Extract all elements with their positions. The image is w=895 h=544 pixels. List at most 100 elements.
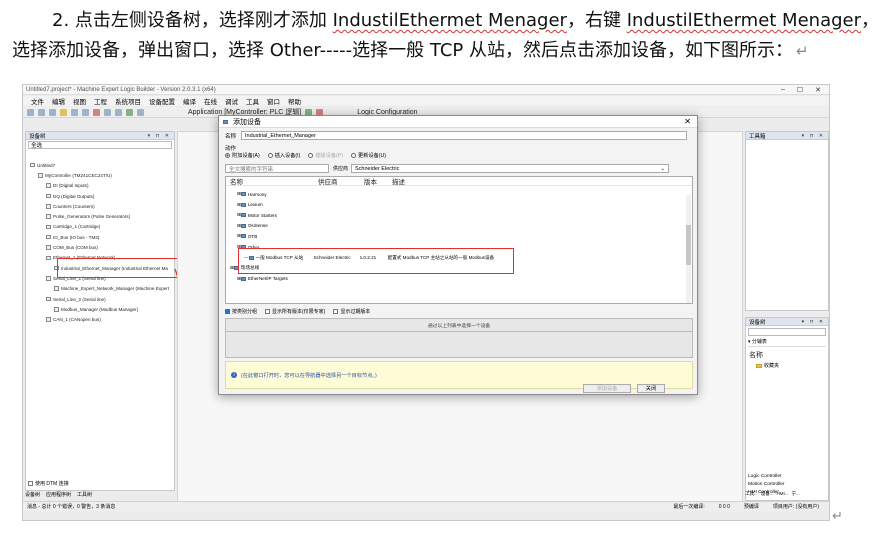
panel-controls[interactable]: ▾ ⊓ ✕ <box>802 133 825 139</box>
device-list-header: 名称 供应商 版本 描述 <box>226 177 692 186</box>
device-row[interactable]: ⊞ Lexium <box>237 202 263 208</box>
precompile-status[interactable]: 预编译 <box>744 503 759 510</box>
paste-icon[interactable] <box>115 108 122 116</box>
menu-item[interactable]: 帮助 <box>288 96 301 106</box>
device-icon <box>46 245 51 250</box>
library-category[interactable]: ▾ 分辅表 <box>748 338 826 347</box>
controller-category[interactable]: Motion Controller <box>748 481 785 489</box>
panel-tab[interactable]: 工具... <box>745 491 758 497</box>
tree-node[interactable]: Untitled7 <box>26 160 174 170</box>
instruction-text: ，右键 <box>566 10 627 31</box>
device-icon <box>46 234 51 240</box>
action-radio[interactable] <box>351 153 356 158</box>
panel-tab[interactable]: 设备... <box>761 491 774 497</box>
tree-node[interactable]: Cartridge_1 (Cartridge) <box>26 222 174 232</box>
menu-item[interactable]: 工具 <box>246 96 259 106</box>
tree-node[interactable]: CAN_1 (CANopen bus) <box>26 314 174 324</box>
tree-node[interactable]: IO_Bus (IO bus - TM3) <box>26 232 174 242</box>
save-icon[interactable] <box>49 108 56 116</box>
device-name: OTB <box>247 233 258 239</box>
option-checkbox[interactable] <box>333 309 339 314</box>
cut-icon[interactable] <box>93 108 100 116</box>
library-search-input[interactable] <box>748 328 826 336</box>
tree-node[interactable]: Modbus_Manager (Modbus Manager) <box>26 304 174 314</box>
action-radio[interactable] <box>267 153 273 158</box>
menu-item[interactable]: 工程 <box>94 96 107 106</box>
controller-category[interactable]: Logic Controller <box>748 473 785 481</box>
instruction-line-2: 选择添加设备，弹出窗口，选择 Other-----选择一般 TCP 从站，然后点… <box>12 36 895 66</box>
menu-item[interactable]: 系统项目 <box>115 96 141 106</box>
list-option[interactable]: 显示所有版本(仅限专家) <box>265 308 325 315</box>
panel-tab[interactable]: 应用程序树 <box>46 491 71 498</box>
instruction-line-1: 2. 点击左侧设备树，选择刚才添加 IndustilEthermet Menag… <box>52 6 895 36</box>
device-icon <box>46 296 51 302</box>
dtm-connection-toggle[interactable]: 使用 DTM 连接 <box>28 480 69 487</box>
menu-item[interactable]: 文件 <box>31 96 44 106</box>
menu-item[interactable]: 窗口 <box>267 96 280 106</box>
dtm-checkbox[interactable] <box>28 481 33 486</box>
device-row[interactable]: ⊞ Motor Starters <box>237 212 277 218</box>
device-row[interactable]: ⊞ EtherNet/IP Targets <box>237 276 288 282</box>
menu-item[interactable]: 设备配置 <box>149 96 175 106</box>
panel-controls[interactable]: ▾ ⊓ ✕ <box>148 133 171 139</box>
tree-node[interactable]: COM_Bus (COM bus) <box>26 242 174 252</box>
favorites-folder[interactable]: 收藏夹 <box>756 362 818 369</box>
menu-item[interactable]: 编辑 <box>52 96 65 106</box>
list-option[interactable]: 按类别分组 <box>225 308 257 315</box>
device-icon <box>46 255 51 261</box>
column-description: 描述 <box>392 179 405 186</box>
tree-node[interactable]: Pulse_Generators (Pulse Generators) <box>26 211 174 221</box>
tree-node-label: Untitled7 <box>37 162 56 168</box>
device-name-input[interactable]: Industrial_Ethernet_Manager <box>241 131 687 140</box>
device-name: EtherNet/IP Targets <box>247 276 288 282</box>
tree-node[interactable]: DI (Digital Inputs) <box>26 181 174 191</box>
minimize-icon[interactable]: – <box>781 86 785 94</box>
new-icon[interactable] <box>27 108 34 116</box>
close-icon[interactable]: ✕ <box>815 86 821 94</box>
device-filter-select[interactable]: 全选 <box>28 141 172 149</box>
find-icon[interactable] <box>137 108 144 116</box>
device-row[interactable]: ⊞ OsiSense <box>237 223 268 229</box>
tree-node-label: COM_Bus (COM bus) <box>53 245 98 251</box>
close-icon[interactable]: ✕ <box>684 117 691 126</box>
menu-item[interactable]: 调试 <box>225 96 238 106</box>
action-radio[interactable] <box>225 153 230 158</box>
list-option[interactable]: 显示过期版本 <box>333 308 370 315</box>
maximize-icon[interactable]: ☐ <box>797 86 803 94</box>
fulltext-search-input[interactable]: 全文搜索的字符串 <box>225 164 329 173</box>
menu-item[interactable]: 编译 <box>183 96 196 106</box>
device-info-area: 通过以上列表中选择一个设备 <box>225 318 693 358</box>
panel-tab[interactable]: HMI... <box>777 491 789 497</box>
device-list-scrollbar[interactable] <box>686 195 691 303</box>
tree-node[interactable]: Counters (Counters) <box>26 201 174 211</box>
open-icon[interactable] <box>38 108 45 116</box>
device-icon <box>54 307 59 312</box>
tree-node[interactable]: Serial_Line_2 (Serial line) <box>26 294 174 304</box>
vendor-select[interactable]: Schneider Electric ⌄ <box>351 164 670 173</box>
close-button[interactable]: 关闭 <box>637 384 665 393</box>
undo-icon[interactable] <box>71 108 78 116</box>
menu-item[interactable]: 在线 <box>204 96 217 106</box>
option-label: 显示所有版本(仅限专家) <box>272 309 326 315</box>
panel-tab[interactable]: 工具树 <box>77 491 92 498</box>
scrollbar-thumb[interactable] <box>686 225 691 265</box>
add-device-button[interactable]: 添加设备 <box>583 384 631 393</box>
tree-node[interactable]: Machine_Expert_Network_Manager (Machine … <box>26 284 174 294</box>
panel-tab[interactable]: 宁... <box>792 491 800 497</box>
device-row[interactable]: ⊞ Harmony <box>237 191 267 197</box>
panel-controls[interactable]: ▾ ⊓ ✕ <box>802 319 825 325</box>
menu-item[interactable]: 视图 <box>73 96 86 106</box>
tree-node[interactable]: MyController (TM241CEC24T/U) <box>26 170 174 180</box>
left-panel-tabs: 设备树 应用程序树 工具树 <box>25 491 92 498</box>
copy-icon[interactable] <box>104 108 111 116</box>
print-icon[interactable] <box>60 108 67 116</box>
option-checkbox[interactable] <box>225 309 230 314</box>
dtm-label: 使用 DTM 连接 <box>35 481 69 487</box>
panel-tab[interactable]: 设备树 <box>25 491 40 498</box>
column-vendor: 供应商 <box>318 179 338 186</box>
option-checkbox[interactable] <box>265 309 271 314</box>
build-icon[interactable] <box>126 108 133 116</box>
tree-node[interactable]: DQ (Digital Outputs) <box>26 191 174 201</box>
device-row[interactable]: ⊞ OTB <box>237 233 257 239</box>
redo-icon[interactable] <box>82 108 89 116</box>
